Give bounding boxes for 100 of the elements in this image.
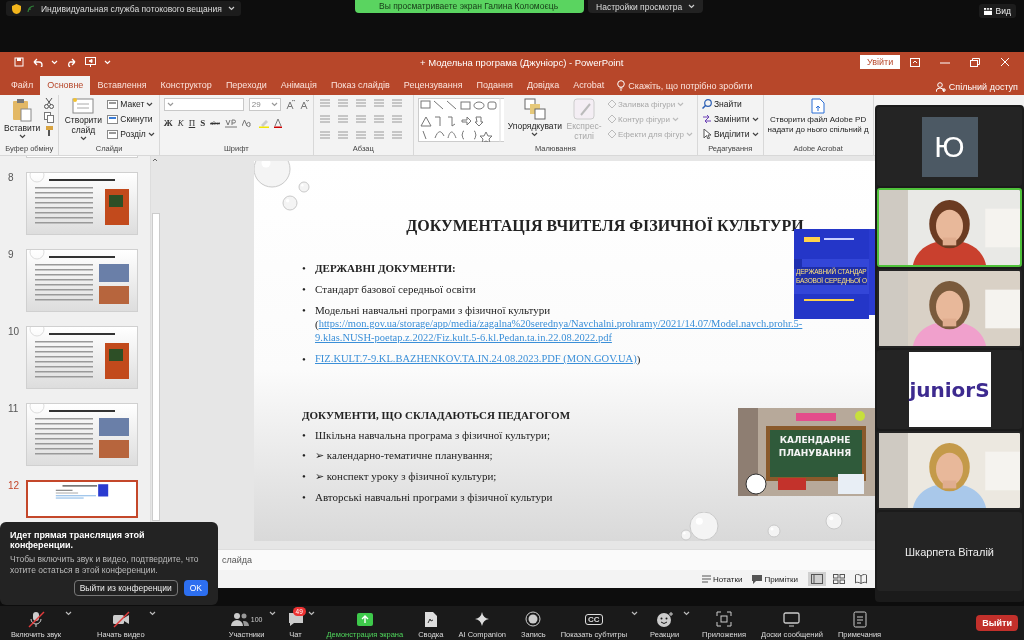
arrange-button[interactable]: Упорядкувати bbox=[507, 98, 563, 137]
scrollbar-thumb[interactable] bbox=[152, 213, 160, 521]
font-name-field[interactable] bbox=[163, 98, 244, 111]
paste-button[interactable]: Вставити bbox=[4, 98, 41, 139]
chalkboard-text: КАЛЕНДАРНЕ ПЛАНУВАННЯ bbox=[777, 434, 853, 460]
redo-icon bbox=[66, 57, 77, 67]
bullet-text: Модельні навчальні програми з фізичної культури bbox=[315, 303, 552, 317]
document-link[interactable]: 9.klas.NUSH-poetap.z.2022/Fiz.kult.5-6.kl.Pedan.ta.in.22.08.2022.pdf bbox=[315, 331, 612, 345]
slide-heading: ДОКУМЕНТИ, ЩО СКЛАДАЮТЬСЯ ПЕДАГОГОМ bbox=[302, 409, 570, 421]
bullet: • bbox=[302, 470, 307, 482]
ribbon-tab[interactable]: Переходи bbox=[218, 76, 274, 95]
bullet-text: Стандарт базової середньої освіти bbox=[315, 282, 476, 296]
slide-number: 12 bbox=[8, 480, 20, 493]
undo-icon bbox=[32, 57, 43, 67]
ribbon-tab[interactable]: Файл bbox=[4, 76, 41, 95]
grow-font-icon bbox=[285, 100, 295, 109]
comments-button[interactable]: Примітки bbox=[752, 573, 798, 585]
view-button[interactable]: Вид bbox=[978, 4, 1016, 18]
notes-icon bbox=[701, 575, 711, 583]
camera-icon bbox=[111, 610, 130, 628]
clipboard-icon bbox=[12, 98, 33, 122]
editing-command[interactable]: Замінити bbox=[701, 113, 759, 125]
leave-meeting-button[interactable]: Выйти из конференции bbox=[73, 580, 178, 596]
tell-me-search[interactable]: Скажіть, що потрібно зробити bbox=[617, 76, 753, 95]
caret-icon bbox=[104, 59, 111, 65]
bullet: • bbox=[302, 282, 307, 296]
record-icon bbox=[525, 611, 542, 627]
slide-command[interactable]: Макет bbox=[107, 98, 155, 110]
format-button[interactable]: S bbox=[200, 118, 206, 128]
ribbon-tab[interactable]: Рецензування bbox=[396, 76, 470, 95]
screen-share-banner: Вы просматриваете экран Галина Коломоєць bbox=[355, 0, 585, 13]
ribbon-tab[interactable]: Показ слайдів bbox=[323, 76, 397, 95]
microphone-icon bbox=[27, 610, 45, 628]
ribbon-tab[interactable]: Подання bbox=[469, 76, 520, 95]
search-icon bbox=[701, 99, 712, 109]
editing-command[interactable]: Виділити bbox=[701, 128, 759, 140]
sign-in-button[interactable]: Увійти bbox=[860, 55, 901, 69]
bullet: • bbox=[302, 303, 307, 317]
scroll-up-icon bbox=[151, 156, 159, 164]
bullet: • bbox=[302, 449, 307, 461]
slide-icon bbox=[72, 98, 95, 114]
caret-icon bbox=[270, 102, 278, 107]
document-link[interactable]: https://mon.gov.ua/storage/app/media/zagalna%20serednya/Navchalni.prohramy/2021/14.07/Model.navch.prohr.5- bbox=[318, 317, 803, 331]
captions-icon: CC bbox=[585, 613, 603, 625]
style-brush-icon bbox=[573, 98, 596, 120]
summary-icon bbox=[423, 610, 438, 628]
leave-button[interactable]: Выйти bbox=[976, 615, 1018, 631]
editing-command[interactable]: Знайти bbox=[701, 98, 759, 110]
participant-tile[interactable]: juniorS bbox=[877, 350, 1022, 429]
apps-icon bbox=[716, 611, 733, 627]
close-icon bbox=[1000, 57, 1010, 67]
caret-icon bbox=[51, 59, 58, 65]
ribbon-tab[interactable]: Конструктор bbox=[153, 76, 219, 95]
format-button[interactable]: П bbox=[188, 118, 196, 128]
slide-number: 8 bbox=[8, 172, 15, 185]
participant-name: Шкарпета Віталій bbox=[905, 545, 994, 558]
layout-icon bbox=[107, 99, 119, 109]
slide-thumbnail[interactable] bbox=[26, 480, 138, 518]
participant-tile[interactable]: Шкарпета Віталій bbox=[877, 512, 1022, 591]
notice-title: Идет прямая трансляция этой конференции. bbox=[10, 530, 146, 550]
board-icon bbox=[783, 611, 801, 627]
caret-icon bbox=[751, 131, 759, 137]
caret-icon bbox=[677, 101, 685, 107]
view-mode-button[interactable] bbox=[830, 572, 848, 586]
restore-icon bbox=[970, 57, 980, 67]
format-button[interactable]: Ж bbox=[163, 118, 173, 128]
format-button[interactable]: К bbox=[177, 118, 184, 128]
pdf-share-icon bbox=[811, 98, 826, 114]
ribbon-tab[interactable]: Основне bbox=[40, 76, 91, 95]
share-button[interactable]: Спільний доступ bbox=[935, 82, 1018, 92]
new-slide-button[interactable]: Створити слайд bbox=[63, 98, 104, 141]
ribbon-tab[interactable]: Анімація bbox=[273, 76, 324, 95]
font-size-field[interactable]: 29 bbox=[248, 98, 281, 111]
notes-button[interactable]: Нотатки bbox=[701, 573, 743, 585]
format-painter-icon bbox=[44, 126, 55, 137]
caret-icon bbox=[79, 136, 87, 141]
ribbon-tab[interactable]: Довідка bbox=[519, 76, 567, 95]
outline-icon bbox=[606, 114, 617, 124]
slide-command[interactable]: Скинути bbox=[107, 113, 155, 125]
view-mode-button[interactable] bbox=[852, 572, 870, 586]
ok-button[interactable]: OK bbox=[183, 580, 208, 596]
slide-number: 9 bbox=[8, 249, 15, 262]
share-screen-icon bbox=[356, 612, 373, 626]
section-icon bbox=[107, 129, 119, 139]
lightbulb-icon bbox=[617, 80, 626, 91]
reset-icon bbox=[107, 114, 119, 124]
participant-tile[interactable]: Ю bbox=[877, 107, 1022, 186]
view-mode-button[interactable] bbox=[808, 572, 826, 586]
ribbon-tab[interactable]: Acrobat bbox=[566, 76, 612, 95]
ribbon-display-icon bbox=[910, 57, 920, 67]
caret-icon bbox=[685, 131, 693, 137]
shrink-font-icon bbox=[299, 100, 309, 109]
signal-icon bbox=[27, 4, 35, 13]
view-options-button[interactable]: Настройки просмотра bbox=[588, 0, 704, 13]
notes-placeholder[interactable]: слайда bbox=[222, 555, 253, 565]
slide-command[interactable]: Розділ bbox=[107, 128, 155, 140]
create-pdf-button[interactable]: Створити файл Adobe PD надати до нього спільний д bbox=[767, 98, 869, 134]
spacing-icon bbox=[224, 118, 237, 128]
ribbon-tab[interactable]: Вставлення bbox=[90, 76, 154, 95]
participant-logo: juniorS bbox=[908, 352, 991, 427]
